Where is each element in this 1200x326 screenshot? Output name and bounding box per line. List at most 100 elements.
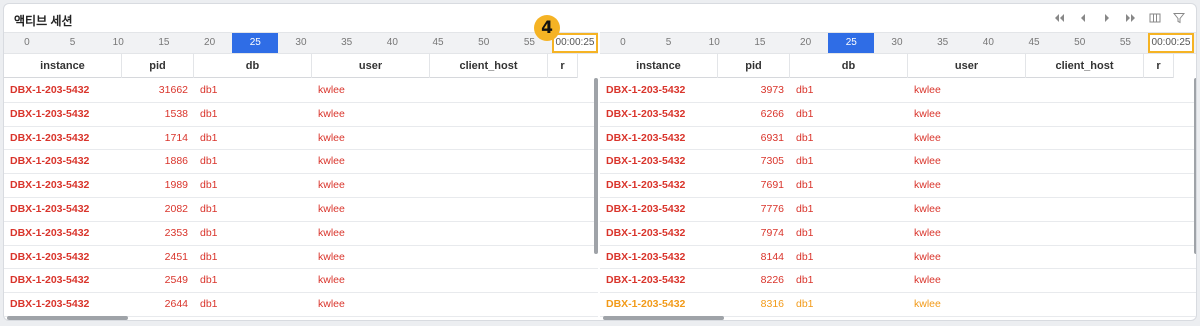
cell-pid: 2549	[164, 274, 188, 287]
cell-instance: DBX-1-203-5432	[10, 202, 90, 215]
table-row[interactable]: DBX-1-203-5432 2644 db1 kwlee	[4, 293, 598, 317]
cell-db: db1	[796, 298, 814, 311]
timeline-tick-right-25[interactable]: 25	[828, 33, 875, 53]
timeline-tick-left-50[interactable]: 50	[461, 33, 507, 53]
table-row[interactable]: DBX-1-203-5432 1886 db1 kwlee	[4, 150, 598, 175]
active-session-panel: 액티브 세션 0 5 10 15 20 25 30 35 40 45 50 55 00:0	[3, 3, 1197, 321]
timeline-tick-right-20[interactable]: 20	[783, 33, 829, 53]
cell-db: db1	[200, 274, 218, 287]
timeline-tick-left-10[interactable]: 10	[95, 33, 141, 53]
timeline-tick-right-10[interactable]: 10	[691, 33, 737, 53]
table-row[interactable]: DBX-1-203-5432 1538 db1 kwlee	[4, 103, 598, 127]
table-row[interactable]: DBX-1-203-5432 6266 db1 kwlee	[600, 103, 1196, 127]
timeline-tick-left-15[interactable]: 15	[141, 33, 187, 53]
timeline-tick-left-30[interactable]: 30	[278, 33, 324, 53]
column-header-right-instance[interactable]: instance	[600, 54, 718, 78]
column-header-right-db[interactable]: db	[790, 54, 908, 78]
timeline-tick-left-20[interactable]: 20	[187, 33, 233, 53]
timeline-tick-right-55[interactable]: 55	[1103, 33, 1149, 53]
cell-instance: DBX-1-203-5432	[606, 226, 686, 239]
filter-icon[interactable]	[1170, 9, 1188, 27]
cell-db: db1	[200, 179, 218, 192]
column-header-right-user[interactable]: user	[908, 54, 1026, 78]
table-row[interactable]: DBX-1-203-5432 7305 db1 kwlee	[600, 150, 1196, 175]
timeline-tick-right-5[interactable]: 5	[646, 33, 692, 53]
timeline-tick-left-5[interactable]: 5	[50, 33, 96, 53]
cell-user: kwlee	[914, 202, 941, 215]
table-row[interactable]: DBX-1-203-5432 31662 db1 kwlee	[4, 79, 598, 103]
cell-user: kwlee	[914, 107, 941, 120]
cell-pid: 1538	[164, 107, 188, 120]
cell-instance: DBX-1-203-5432	[10, 131, 90, 144]
column-header-left-instance[interactable]: instance	[4, 54, 122, 78]
cell-user: kwlee	[318, 250, 345, 263]
timeline-tick-right-0[interactable]: 0	[600, 33, 646, 53]
double-left-icon[interactable]	[1050, 9, 1068, 27]
timeline-tick-right-30[interactable]: 30	[874, 33, 920, 53]
vertical-scrollbar-left[interactable]	[594, 78, 598, 254]
cell-user: kwlee	[914, 84, 941, 96]
column-header-left-user[interactable]: user	[312, 54, 430, 78]
timeline-tick-right-40[interactable]: 40	[966, 33, 1012, 53]
left-icon[interactable]	[1074, 9, 1092, 27]
panel-header: 액티브 세션	[4, 4, 1196, 32]
cell-db: db1	[200, 226, 218, 239]
timeline-tick-right-15[interactable]: 15	[737, 33, 783, 53]
cell-instance: DBX-1-203-5432	[606, 155, 686, 168]
table-body-left: DBX-1-203-5432 31662 db1 kwlee DBX-1-203-543…	[4, 79, 598, 317]
table-row[interactable]: DBX-1-203-5432 3973 db1 kwlee	[600, 79, 1196, 103]
table-row[interactable]: DBX-1-203-5432 7691 db1 kwlee	[600, 174, 1196, 198]
table-row[interactable]: DBX-1-203-5432 8316 db1 kwlee	[600, 293, 1196, 317]
right-icon[interactable]	[1098, 9, 1116, 27]
cell-db: db1	[200, 155, 218, 168]
column-header-right-r[interactable]: r	[1144, 54, 1174, 78]
session-table-left: instance pid db user client_host r DBX-1-203-…	[4, 54, 598, 320]
column-header-left-r[interactable]: r	[548, 54, 578, 78]
timeline-tick-right-45[interactable]: 45	[1011, 33, 1057, 53]
vertical-scrollbar-right[interactable]	[1194, 78, 1196, 254]
cell-pid: 6266	[760, 107, 784, 120]
table-row[interactable]: DBX-1-203-5432 2082 db1 kwlee	[4, 198, 598, 222]
table-row[interactable]: DBX-1-203-5432 2353 db1 kwlee	[4, 222, 598, 246]
column-header-left-client_host[interactable]: client_host	[430, 54, 548, 78]
table-row[interactable]: DBX-1-203-5432 8144 db1 kwlee	[600, 246, 1196, 270]
timeline-tick-left-0[interactable]: 0	[4, 33, 50, 53]
column-header-left-pid[interactable]: pid	[122, 54, 194, 78]
horizontal-scrollbar-right[interactable]	[603, 316, 724, 320]
cell-user: kwlee	[914, 131, 941, 144]
cell-db: db1	[200, 84, 218, 96]
cell-db: db1	[796, 107, 814, 120]
columns-icon[interactable]	[1146, 9, 1164, 27]
cell-instance: DBX-1-203-5432	[606, 84, 686, 96]
column-header-right-pid[interactable]: pid	[718, 54, 790, 78]
timeline-tick-right-50[interactable]: 50	[1057, 33, 1103, 53]
table-row[interactable]: DBX-1-203-5432 8226 db1 kwlee	[600, 269, 1196, 294]
table-row[interactable]: DBX-1-203-5432 7974 db1 kwlee	[600, 222, 1196, 246]
table-row[interactable]: DBX-1-203-5432 2549 db1 kwlee	[4, 269, 598, 294]
cell-db: db1	[200, 131, 218, 144]
cell-instance: DBX-1-203-5432	[606, 250, 686, 263]
cell-user: kwlee	[318, 202, 345, 215]
session-table-right: instance pid db user client_host r DBX-1-203-…	[600, 54, 1196, 320]
horizontal-scrollbar-left[interactable]	[7, 316, 128, 320]
table-row[interactable]: DBX-1-203-5432 1989 db1 kwlee	[4, 174, 598, 198]
timeline-tick-left-45[interactable]: 45	[415, 33, 461, 53]
timeline-tick-left-40[interactable]: 40	[370, 33, 416, 53]
cell-instance: DBX-1-203-5432	[10, 274, 90, 287]
double-right-icon[interactable]	[1122, 9, 1140, 27]
cell-instance: DBX-1-203-5432	[606, 298, 686, 311]
timeline-tick-left-35[interactable]: 35	[324, 33, 370, 53]
cell-instance: DBX-1-203-5432	[606, 202, 686, 215]
table-row[interactable]: DBX-1-203-5432 6931 db1 kwlee	[600, 127, 1196, 151]
table-row[interactable]: DBX-1-203-5432 2451 db1 kwlee	[4, 246, 598, 270]
cell-db: db1	[200, 107, 218, 120]
cell-instance: DBX-1-203-5432	[10, 250, 90, 263]
table-row[interactable]: DBX-1-203-5432 1714 db1 kwlee	[4, 127, 598, 151]
timeline-tick-left-25[interactable]: 25	[232, 33, 279, 53]
cell-db: db1	[200, 250, 218, 263]
table-row[interactable]: DBX-1-203-5432 7776 db1 kwlee	[600, 198, 1196, 222]
column-header-right-client_host[interactable]: client_host	[1026, 54, 1144, 78]
cell-db: db1	[200, 202, 218, 215]
timeline-tick-right-35[interactable]: 35	[920, 33, 966, 53]
column-header-left-db[interactable]: db	[194, 54, 312, 78]
